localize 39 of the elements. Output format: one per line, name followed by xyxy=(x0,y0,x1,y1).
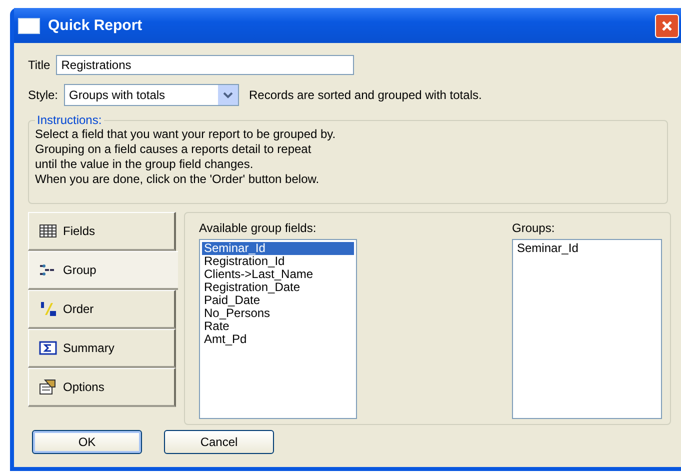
side-tab[interactable]: Summary xyxy=(28,329,176,368)
style-label: Style: xyxy=(28,88,58,102)
list-item[interactable]: Rate xyxy=(202,320,354,333)
window-icon xyxy=(18,18,40,34)
side-tab[interactable]: Order xyxy=(28,290,176,329)
list-item[interactable]: Seminar_Id xyxy=(515,242,659,255)
window-title: Quick Report xyxy=(48,17,144,34)
list-item[interactable]: Amt_Pd xyxy=(202,333,354,346)
options-icon xyxy=(39,379,57,395)
groups-label: Groups: xyxy=(512,221,556,235)
table-icon xyxy=(39,223,57,239)
list-item[interactable]: Registration_Id xyxy=(202,255,354,268)
group-icon xyxy=(39,262,57,278)
instruction-line: Select a field that you want your report to be grouped by. xyxy=(35,127,337,142)
style-description: Records are sorted and grouped with totals. xyxy=(249,88,482,102)
list-item[interactable]: No_Persons xyxy=(202,307,354,320)
style-dropdown[interactable]: Groups with totals xyxy=(64,84,240,106)
side-tab[interactable]: Options xyxy=(28,368,176,407)
ok-button[interactable]: OK xyxy=(32,430,142,454)
close-button[interactable] xyxy=(655,14,679,38)
title-input[interactable]: Registrations xyxy=(56,55,354,75)
available-fields-label: Available group fields: xyxy=(199,221,318,235)
groups-list[interactable]: Seminar_Id xyxy=(512,239,662,419)
instruction-line: Grouping on a field causes a reports detail to repeat xyxy=(35,142,312,157)
list-item[interactable]: Clients->Last_Name xyxy=(202,268,354,281)
instruction-line: When you are done, click on the 'Order' button below. xyxy=(35,172,320,187)
cancel-button[interactable]: Cancel xyxy=(164,430,274,454)
side-tab[interactable]: Fields xyxy=(28,212,176,251)
sort-icon xyxy=(39,301,57,317)
instruction-line: until the value in the group field changes. xyxy=(35,157,254,172)
title-label: Title xyxy=(28,58,50,72)
close-icon xyxy=(661,20,673,32)
side-tab[interactable]: Group xyxy=(28,251,178,290)
sigma-icon xyxy=(39,340,57,356)
list-item[interactable]: Registration_Date xyxy=(202,281,354,294)
instructions-legend: Instructions: xyxy=(35,113,104,127)
list-item[interactable]: Paid_Date xyxy=(202,294,354,307)
list-item[interactable]: Seminar_Id xyxy=(202,242,354,255)
available-fields-list[interactable]: Seminar_Id Registration_Id Clients->Last_Name Registration_Date Paid_Date No_Persons Rate Amt_Pd xyxy=(199,239,357,419)
